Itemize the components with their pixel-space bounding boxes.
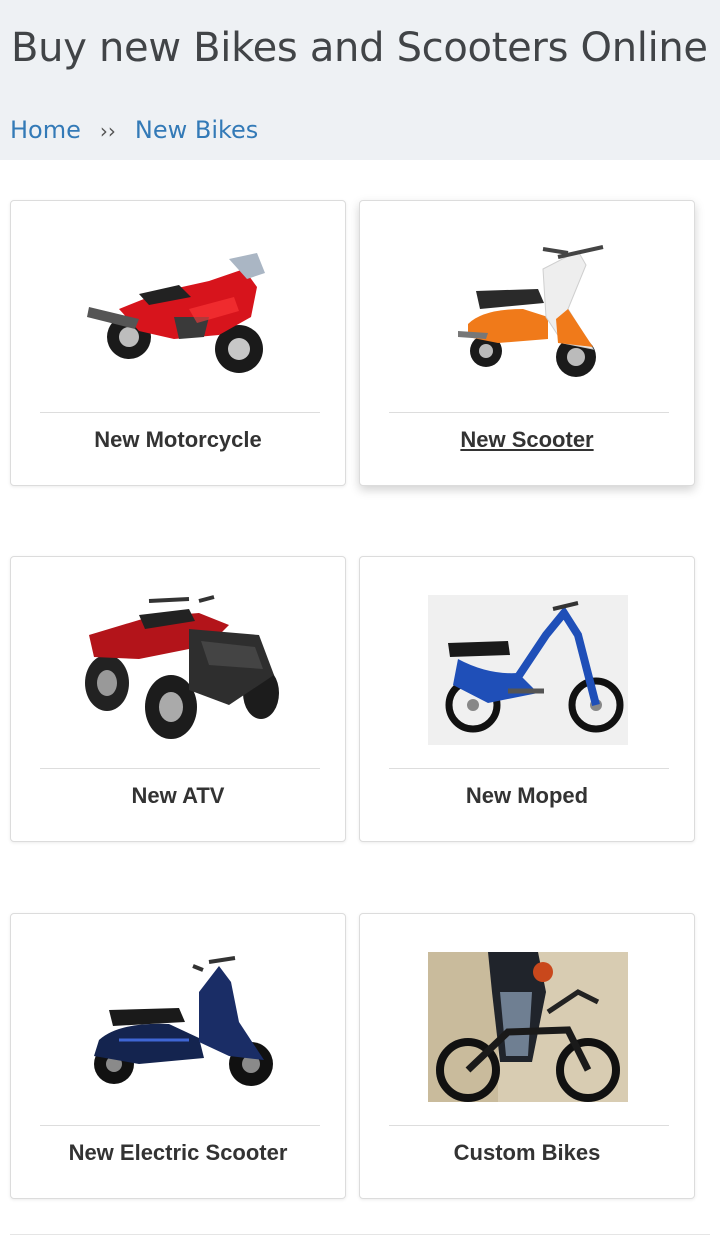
- moped-image: [428, 595, 628, 745]
- page-bottom-divider: [10, 1234, 710, 1235]
- category-label: New Scooter: [460, 427, 594, 452]
- atv-image: [79, 595, 279, 745]
- category-label: New Moped: [465, 783, 589, 808]
- category-card-new-motorcycle[interactable]: New Motorcycle: [10, 200, 346, 486]
- category-card-new-electric-scooter[interactable]: New Electric Scooter: [10, 913, 346, 1199]
- card-divider: [389, 768, 669, 769]
- motorcycle-image: [79, 239, 279, 389]
- category-card-new-moped[interactable]: New Moped: [359, 556, 695, 842]
- category-label: New Electric Scooter: [68, 1140, 288, 1165]
- page-header: Buy new Bikes and Scooters Online Home ››…: [0, 0, 720, 160]
- category-card-custom-bikes[interactable]: Custom Bikes: [359, 913, 695, 1199]
- category-label: New ATV: [131, 783, 225, 808]
- custom-bike-image: [428, 952, 628, 1102]
- card-divider: [40, 412, 320, 413]
- category-grid: New Motorcycle New Scooter New ATV New M…: [0, 160, 720, 1236]
- breadcrumb-home-link[interactable]: Home: [10, 116, 81, 144]
- category-card-new-atv[interactable]: New ATV: [10, 556, 346, 842]
- card-divider: [40, 1125, 320, 1126]
- scooter-image: [428, 239, 628, 389]
- card-divider: [389, 1125, 669, 1126]
- category-label: New Motorcycle: [94, 427, 262, 452]
- breadcrumb-current-link[interactable]: New Bikes: [135, 116, 258, 144]
- card-divider: [40, 768, 320, 769]
- breadcrumb: Home ›› New Bikes: [10, 112, 258, 148]
- card-divider: [389, 412, 669, 413]
- breadcrumb-separator: ››: [99, 119, 116, 143]
- electric-scooter-image: [79, 952, 279, 1102]
- category-card-new-scooter[interactable]: New Scooter: [359, 200, 695, 486]
- category-label: Custom Bikes: [453, 1140, 601, 1165]
- page-title: Buy new Bikes and Scooters Online: [11, 25, 708, 71]
